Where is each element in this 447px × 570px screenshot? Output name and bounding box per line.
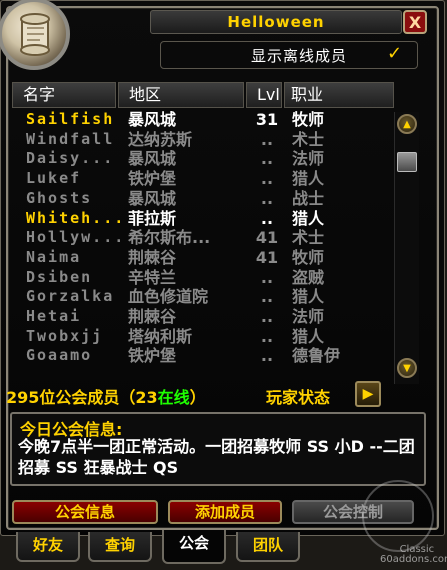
member-zone: 荆棘谷 [128, 307, 177, 326]
member-level: .. [260, 267, 274, 287]
member-name: Hollyw... [26, 228, 126, 247]
column-header-level[interactable]: Lvl [246, 82, 282, 108]
member-zone: 暴风城 [128, 110, 177, 129]
watermark-logo-icon [362, 480, 434, 552]
scroll-up-button[interactable]: ▲ [397, 114, 417, 134]
member-zone: 铁炉堡 [128, 346, 177, 366]
member-zone: 塔纳利斯 [128, 326, 193, 346]
member-level: .. [260, 169, 274, 189]
motd-text: 今晚7点半一团正常活动。一团招募牧师 SS 小D --二团招募 SS 狂暴战士 … [18, 437, 415, 477]
checkmark-icon[interactable]: ✓ [387, 43, 407, 64]
player-status-arrow-button[interactable]: ▶ [355, 381, 381, 407]
member-class: 猎人 [292, 208, 325, 228]
member-zone: 铁炉堡 [128, 169, 177, 189]
member-list-scrollbar[interactable]: ▲ ▼ [394, 112, 419, 384]
member-name: Daisy... [26, 149, 115, 168]
member-name: Sailfish [26, 110, 115, 128]
member-row[interactable]: Twobxjj 塔纳利斯.. 猎人 [10, 327, 400, 347]
member-row[interactable]: Naima 荆棘谷 41 牧师 [10, 248, 400, 268]
window-title: Helloween [150, 10, 402, 34]
member-zone: 暴风城 [128, 149, 177, 169]
member-class: 猎人 [292, 287, 325, 307]
tab-raid[interactable]: 团队 [236, 532, 300, 562]
member-name: Gorzalka [26, 287, 115, 306]
member-count: 295位公会成员（23在线） [6, 384, 206, 408]
member-row[interactable]: Hetai 荆棘谷.. 法师 [10, 307, 400, 327]
tab-friends[interactable]: 好友 [16, 532, 80, 562]
member-level: .. [260, 346, 274, 366]
member-name: Dsiben [26, 267, 93, 286]
member-row[interactable]: Hollyw... 希尔斯布... 41 术士 [10, 228, 400, 248]
member-class: 牧师 [292, 110, 325, 129]
member-row[interactable]: Goaamo 铁炉堡.. 德鲁伊 [10, 346, 400, 366]
member-name: Ghosts [26, 188, 93, 207]
show-offline-toggle[interactable]: 显示离线成员 ✓ [160, 41, 418, 69]
watermark-line2: 60addons.com [380, 554, 447, 565]
show-offline-label: 显示离线成员 [251, 47, 348, 65]
column-header-name[interactable]: 名字 [12, 82, 116, 108]
tab-guild[interactable]: 公会 [162, 530, 226, 564]
member-name: Whiteh... [26, 208, 126, 227]
online-label: 在线 [157, 388, 190, 407]
member-class: 盗贼 [292, 267, 325, 287]
member-zone: 荆棘谷 [128, 247, 177, 267]
member-level: .. [260, 326, 274, 346]
member-level: 41 [255, 247, 279, 267]
member-level: .. [260, 129, 274, 149]
member-level: 31 [255, 110, 279, 129]
tab-who[interactable]: 查询 [88, 532, 152, 562]
member-level: .. [260, 149, 274, 169]
member-level: .. [260, 188, 274, 208]
member-level: .. [260, 307, 274, 326]
member-class: 战士 [292, 188, 325, 208]
member-zone: 菲拉斯 [128, 208, 177, 228]
member-row[interactable]: Daisy... 暴风城.. 法师 [10, 149, 400, 169]
guild-info-button[interactable]: 公会信息 [12, 500, 158, 524]
member-count-suffix: ） [189, 388, 206, 407]
member-zone: 希尔斯布... [128, 228, 211, 248]
member-class: 德鲁伊 [292, 346, 341, 366]
member-class: 术士 [292, 129, 325, 149]
member-name: Goaamo [26, 346, 93, 365]
member-row[interactable]: Gorzalka 血色修道院.. 猎人 [10, 287, 400, 307]
add-member-button[interactable]: 添加成员 [168, 500, 282, 524]
member-name: Naima [26, 247, 82, 266]
member-class: 牧师 [292, 247, 325, 267]
member-level: 41 [255, 228, 279, 248]
member-zone: 血色修道院 [128, 287, 209, 307]
column-header-zone[interactable]: 地区 [118, 82, 244, 108]
member-level: .. [260, 208, 274, 228]
member-row[interactable]: Ghosts 暴风城.. 战士 [10, 189, 400, 209]
member-zone: 达纳苏斯 [128, 129, 193, 149]
member-name: Lukef [26, 169, 82, 188]
member-class: 猎人 [292, 326, 325, 346]
watermark-text: Classic 60addons.com [380, 545, 447, 565]
member-row[interactable]: Sailfish 暴风城 31 牧师 [10, 110, 400, 130]
member-row[interactable]: Windfall 达纳苏斯.. 术士 [10, 130, 400, 150]
member-name: Hetai [26, 307, 82, 325]
column-header-class[interactable]: 职业 [284, 82, 394, 108]
player-status-label[interactable]: 玩家状态 [266, 384, 330, 408]
member-row[interactable]: Dsiben 辛特兰.. 盗贼 [10, 268, 400, 288]
member-class: 法师 [292, 149, 325, 169]
member-name: Twobxjj [26, 326, 104, 345]
scroll-thumb[interactable] [397, 152, 417, 172]
guild-motd-box[interactable]: 今日公会信息: 今晚7点半一团正常活动。一团招募牧师 SS 小D --二团招募 … [10, 412, 426, 486]
member-name: Windfall [26, 129, 115, 148]
member-zone: 暴风城 [128, 188, 177, 208]
member-row[interactable]: Lukef 铁炉堡.. 猎人 [10, 169, 400, 189]
member-list: Sailfish 暴风城 31 牧师 Windfall 达纳苏斯.. 术士 Daisy... 暴… [10, 110, 396, 376]
scroll-down-button[interactable]: ▼ [397, 358, 417, 378]
member-zone: 辛特兰 [128, 267, 177, 287]
close-button[interactable]: X [403, 10, 427, 34]
member-level: .. [260, 287, 274, 307]
member-class: 法师 [292, 307, 325, 326]
member-count-prefix: 295位公会成员（23 [6, 388, 158, 407]
member-class: 术士 [292, 228, 325, 248]
member-class: 猎人 [292, 169, 325, 189]
scroll-icon [20, 13, 50, 56]
member-row[interactable]: Whiteh... 菲拉斯.. 猎人 [10, 209, 400, 229]
